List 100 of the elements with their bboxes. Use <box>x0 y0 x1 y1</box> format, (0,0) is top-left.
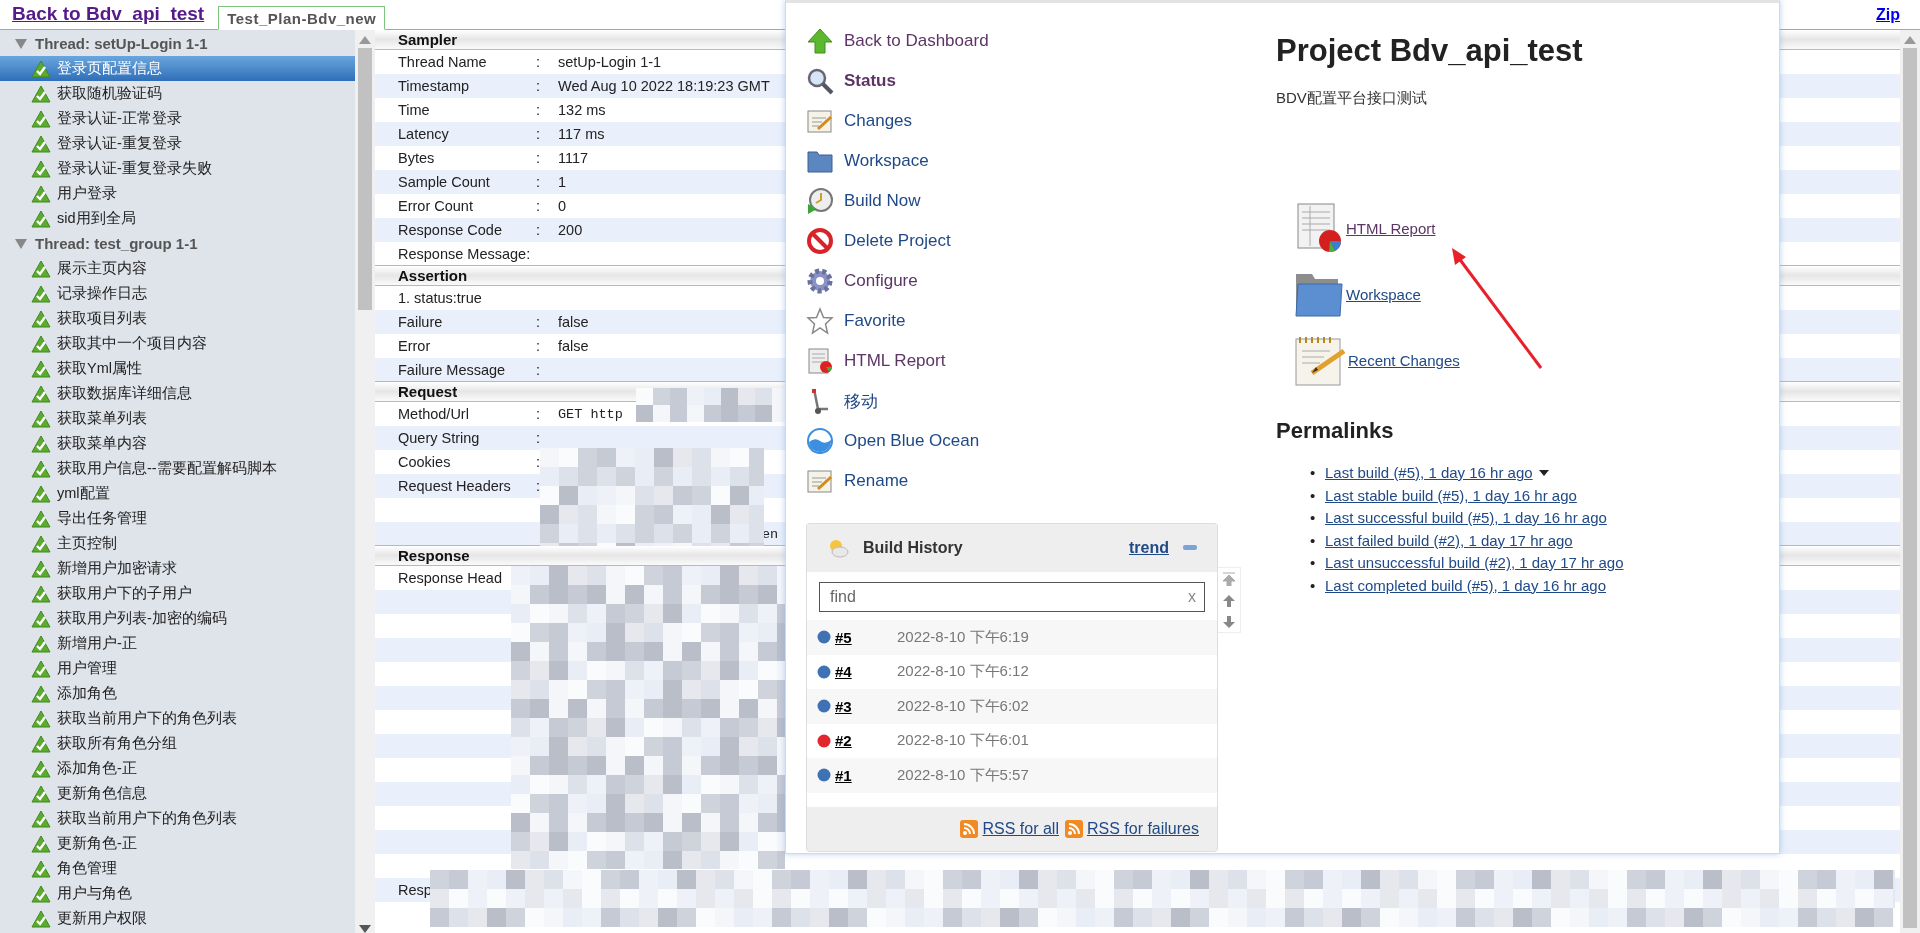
sampler-tree-item[interactable]: yml配置 <box>0 481 355 506</box>
sampler-tree-item[interactable]: 获取数据库详细信息 <box>0 381 355 406</box>
sampler-tree-item[interactable]: 获取项目列表 <box>0 306 355 331</box>
sampler-tree-item[interactable]: 新增用户-正 <box>0 631 355 656</box>
sampler-tree-item[interactable]: 记录操作日志 <box>0 281 355 306</box>
sampler-tree-item[interactable]: 展示主页内容 <box>0 256 355 281</box>
side-menu-link[interactable]: Changes <box>806 101 913 141</box>
prohibited-icon <box>806 227 834 255</box>
build-link[interactable]: #5 <box>835 628 897 646</box>
sampler-tree-item[interactable]: 用户管理 <box>0 656 355 681</box>
project-link[interactable]: Recent Changes <box>1348 351 1460 369</box>
scroll-down-icon[interactable] <box>1223 615 1235 628</box>
side-menu-link[interactable]: Open Blue Ocean <box>806 421 980 461</box>
sampler-tree-item[interactable]: 获取Yml属性 <box>0 356 355 381</box>
permalink[interactable]: Last build (#5), 1 day 16 hr ago <box>1325 462 1533 485</box>
collapse-icon[interactable] <box>1183 545 1197 551</box>
success-icon <box>31 384 51 403</box>
build-link[interactable]: #3 <box>835 697 897 715</box>
rss-link[interactable]: RSS for all <box>982 819 1059 838</box>
expand-arrow-icon[interactable] <box>15 38 27 49</box>
side-menu-link[interactable]: Delete Project <box>806 221 951 261</box>
sampler-tree-item[interactable]: 获取用户列表-加密的编码 <box>0 606 355 631</box>
project-link[interactable]: HTML Report <box>1346 219 1436 237</box>
side-menu-link[interactable]: Favorite <box>806 301 906 341</box>
field-label: Timestamp <box>398 78 471 94</box>
trend-link[interactable]: trend <box>1129 539 1169 557</box>
sampler-tree-item[interactable]: 用户登录 <box>0 181 355 206</box>
success-icon <box>31 609 51 628</box>
field-value: false <box>558 314 589 330</box>
sampler-tree-item[interactable]: 获取当前用户下的角色列表 <box>0 806 355 831</box>
side-menu-link[interactable]: Back to Dashboard <box>806 21 989 61</box>
success-icon <box>31 184 51 203</box>
permalink[interactable]: Last failed build (#2), 1 day 17 hr ago <box>1325 529 1573 552</box>
build-link[interactable]: #2 <box>835 732 897 750</box>
scroll-up-icon[interactable] <box>359 36 371 44</box>
zip-link[interactable]: Zip <box>1876 6 1900 24</box>
sampler-tree-item[interactable]: 角色管理 <box>0 856 355 881</box>
scrollbar-thumb[interactable] <box>1903 48 1917 928</box>
sampler-tree-item[interactable]: 登录页配置信息 <box>0 56 355 81</box>
sampler-tree-item[interactable]: 获取用户信息--需要配置解码脚本 <box>0 456 355 481</box>
build-date: 2022-8-10 下午6:19 <box>897 627 1029 647</box>
sampler-tree-item[interactable]: 获取用户下的子用户 <box>0 581 355 606</box>
sampler-tree-item[interactable]: 获取其中一个项目内容 <box>0 331 355 356</box>
thread-group-label[interactable]: Thread: setUp-Login 1-1 <box>35 35 208 52</box>
sampler-tree-item[interactable]: 获取菜单列表 <box>0 406 355 431</box>
side-menu-link[interactable]: Build Now <box>806 181 921 221</box>
scrollbar-thumb[interactable] <box>358 48 372 310</box>
rss-link[interactable]: RSS for failures <box>1086 819 1199 838</box>
side-menu-link[interactable]: Rename <box>806 461 909 501</box>
sampler-tree-item[interactable]: 登录认证-重复登录失败 <box>0 156 355 181</box>
field-value: 0 <box>558 198 567 214</box>
field-value: false <box>558 338 589 354</box>
sampler-tree-item[interactable]: 用户与角色 <box>0 881 355 906</box>
sampler-tree-item[interactable]: 更新角色信息 <box>0 781 355 806</box>
sampler-tree-item[interactable]: 更新用户权限 <box>0 906 355 931</box>
field-value: 200 <box>558 222 583 238</box>
scroll-up-icon[interactable] <box>1223 595 1235 607</box>
side-menu-link[interactable]: 移动 <box>806 381 878 421</box>
dropdown-caret-icon[interactable] <box>1538 470 1549 477</box>
permalink[interactable]: Last successful build (#5), 1 day 16 hr ago <box>1325 507 1607 530</box>
scroll-down-icon[interactable] <box>359 925 371 933</box>
tree-scrollbar[interactable] <box>355 30 375 933</box>
sampler-tree-item[interactable]: 登录认证-重复登录 <box>0 131 355 156</box>
success-icon <box>31 109 51 128</box>
side-menu-link[interactable]: Status <box>806 61 896 101</box>
side-menu-link[interactable]: Workspace <box>806 141 929 181</box>
sampler-tree-item[interactable]: 获取菜单内容 <box>0 431 355 456</box>
report-tab[interactable]: Test_Plan-Bdv_new <box>218 6 386 30</box>
side-menu-link[interactable]: HTML Report <box>806 341 946 381</box>
field-label: Latency <box>398 126 450 142</box>
permalink[interactable]: Last completed build (#5), 1 day 16 hr ago <box>1325 574 1606 597</box>
permalink[interactable]: Last unsuccessful build (#2), 1 day 17 hr ago <box>1325 552 1624 575</box>
permalink[interactable]: Last stable build (#5), 1 day 16 hr ago <box>1325 484 1577 507</box>
sampler-tree-item[interactable]: 获取随机验证码 <box>0 81 355 106</box>
sampler-tree-item[interactable]: 导出任务管理 <box>0 506 355 531</box>
sampler-tree-item[interactable]: 获取当前用户下的角色列表 <box>0 706 355 731</box>
side-menu-link[interactable]: Configure <box>806 261 918 301</box>
search-field[interactable]: find x <box>819 582 1205 612</box>
scroll-up-icon[interactable] <box>1904 36 1916 44</box>
scroll-top-icon[interactable] <box>1223 572 1235 587</box>
project-link[interactable]: Workspace <box>1346 285 1421 303</box>
sampler-tree-item[interactable]: 添加角色 <box>0 681 355 706</box>
sampler-tree-item[interactable]: sid用到全局 <box>0 206 355 231</box>
build-link[interactable]: #4 <box>835 663 897 681</box>
sampler-tree-item[interactable]: 登录认证-正常登录 <box>0 106 355 131</box>
sampler-tree-item[interactable]: 获取所有角色分组 <box>0 731 355 756</box>
sampler-tree-item[interactable]: 更新角色-正 <box>0 831 355 856</box>
field-label: Failure <box>398 314 444 330</box>
clear-search-button[interactable]: x <box>1188 588 1196 606</box>
expand-arrow-icon[interactable] <box>15 238 27 249</box>
detail-scrollbar[interactable] <box>1900 30 1920 933</box>
build-link[interactable]: #1 <box>835 766 897 784</box>
sampler-tree-item[interactable]: 新增用户加密请求 <box>0 556 355 581</box>
sampler-tree-item[interactable]: 主页控制 <box>0 531 355 556</box>
back-link[interactable]: Back to Bdv_api_test <box>12 3 205 25</box>
field-value: Wed Aug 10 2022 18:19:23 GMT <box>558 78 770 94</box>
thread-group-label[interactable]: Thread: test_group 1-1 <box>35 235 198 252</box>
success-icon <box>31 859 51 878</box>
sampler-tree-item[interactable]: 添加角色-正 <box>0 756 355 781</box>
notepad-icon <box>806 107 834 135</box>
